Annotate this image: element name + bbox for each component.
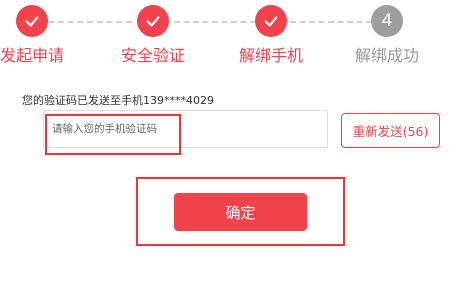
- step-2-complete-circle: [137, 5, 169, 37]
- check-icon: [264, 16, 278, 27]
- step-1-label: 发起申请: [0, 46, 64, 65]
- step-connector: [290, 21, 372, 23]
- step-4-number: 4: [371, 5, 403, 37]
- step-3-complete-circle: [255, 5, 287, 37]
- check-icon: [146, 16, 160, 27]
- step-connector: [174, 21, 256, 23]
- step-1-complete-circle: [16, 5, 48, 37]
- input-highlight-box: [45, 114, 181, 155]
- step-4-label: 解绑成功: [354, 46, 419, 65]
- confirm-button[interactable]: 确定: [174, 193, 307, 231]
- step-connector: [48, 21, 132, 23]
- step-2-label: 安全验证: [120, 46, 185, 65]
- step-3-label: 解绑手机: [238, 46, 303, 65]
- resend-code-button[interactable]: 重新发送(56): [341, 113, 440, 148]
- check-icon: [25, 16, 39, 27]
- code-sent-hint: 您的验证码已发送至手机139****4029: [22, 94, 214, 107]
